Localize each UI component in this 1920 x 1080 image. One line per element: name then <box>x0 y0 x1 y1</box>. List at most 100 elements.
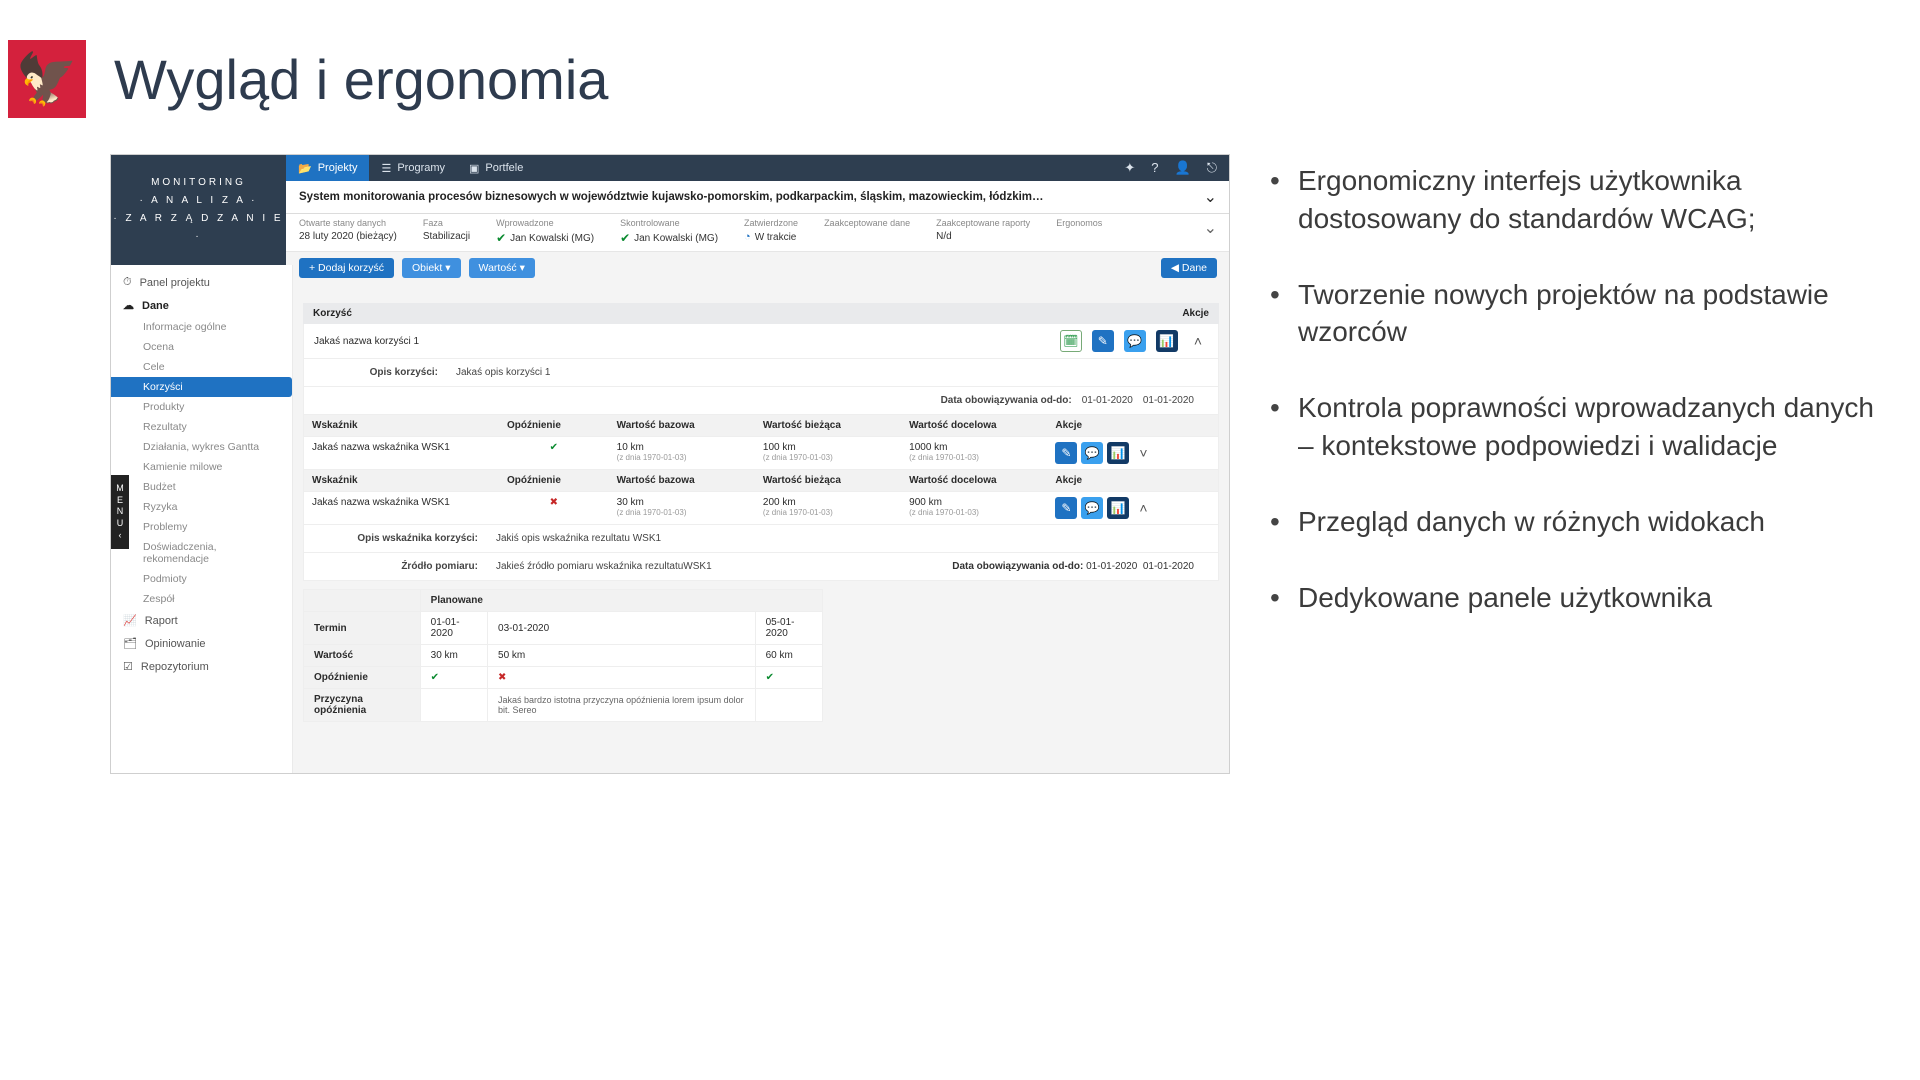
bullet-item: Kontrola poprawności wprowadzanych danyc… <box>1270 389 1880 465</box>
sidebar-collapse-tab[interactable]: M E N U ‹ <box>111 475 129 549</box>
tab-programy[interactable]: ☰ Programy <box>369 155 457 181</box>
status-ok-icon: ✔ <box>755 667 822 689</box>
sidebar-item[interactable]: Ocena <box>111 337 292 357</box>
user-icon[interactable]: 👤 <box>1175 160 1191 176</box>
eagle-icon: 🦅 <box>16 50 78 109</box>
info-value: Jan Kowalski (MG) <box>634 233 718 244</box>
brand-logo: MONITORING · A N A L I Z A · · Z A R Z Ą… <box>111 155 286 265</box>
slide-title: Wygląd i ergonomia <box>114 47 608 112</box>
chevron-down-icon[interactable]: ⌄ <box>1204 187 1217 207</box>
sidebar-item-raport[interactable]: 📈 Raport <box>111 609 292 632</box>
value-dropdown[interactable]: Wartość ▾ <box>469 258 535 278</box>
indicator-detail-row: Źródło pomiaru: Jakieś źródło pomiaru ws… <box>303 553 1219 581</box>
planned-values-table: Planowane Termin 01-01-2020 03-01-2020 0… <box>303 589 823 722</box>
tab-projekty[interactable]: 📂 Projekty <box>286 155 369 181</box>
chevron-up-icon[interactable]: ˄ <box>1188 333 1208 349</box>
chart-icon: 📈 <box>123 614 137 627</box>
chart-button[interactable]: 📊 <box>1107 442 1129 464</box>
sidebar-item[interactable]: Rezultaty <box>111 417 292 437</box>
row-header: Termin <box>304 612 421 645</box>
sidebar-item[interactable]: ⏱ Panel projektu <box>111 271 292 294</box>
indicator-detail-row: Opis wskaźnika korzyści: Jakiś opis wska… <box>303 525 1219 553</box>
sidebar-item[interactable]: Budżet <box>111 477 292 497</box>
sidebar-item-korzysci[interactable]: Korzyści <box>111 377 292 397</box>
project-title: System monitorowania procesów biznesowyc… <box>299 191 1198 203</box>
field-value: Jakiś opis wskaźnika rezultatu WSK1 <box>496 533 661 544</box>
sidebar-item[interactable]: Informacje ogólne <box>111 317 292 337</box>
comment-button[interactable]: 💬 <box>1081 497 1103 519</box>
data-back-button[interactable]: ◀ Dane <box>1161 258 1217 278</box>
comment-button[interactable]: 💬 <box>1124 330 1146 352</box>
info-value: W trakcie <box>755 232 797 243</box>
edit-button[interactable]: ✎ <box>1055 442 1077 464</box>
sidebar-item[interactable]: Produkty <box>111 397 292 417</box>
benefit-name: Jakaś nazwa korzyści 1 <box>314 336 419 347</box>
date-label: Data obowiązywania od-do: <box>941 395 1072 406</box>
gauge-icon: ⏱ <box>123 276 132 289</box>
status-bad-icon: ✖ <box>499 492 609 524</box>
cell-value: 01-01-2020 <box>420 612 487 645</box>
indicators-header: Wskaźnik Opóźnienie Wartość bazowa Warto… <box>303 470 1219 492</box>
status-ok-icon: ✔ <box>499 437 609 469</box>
star-icon[interactable]: ✦ <box>1124 160 1135 176</box>
sidebar-item-label: Opiniowanie <box>145 638 206 650</box>
sidebar-item-label: Panel projektu <box>140 277 210 289</box>
emblem-badge: 🦅 <box>8 40 86 118</box>
info-value: N/d <box>936 231 1030 242</box>
sidebar-item[interactable]: Podmioty <box>111 569 292 589</box>
info-value: Stabilizacji <box>423 231 470 242</box>
cloud-icon: ☁ <box>123 299 134 312</box>
edit-button[interactable]: ✎ <box>1055 497 1077 519</box>
help-icon[interactable]: ? <box>1151 160 1158 176</box>
tab-label: Portfele <box>485 162 523 174</box>
check-icon: ✔ <box>620 231 630 245</box>
indicator-name: Jakaś nazwa wskaźnika WSK1 <box>304 492 499 524</box>
field-value: Jakaś opis korzyści 1 <box>456 367 550 378</box>
sidebar-item-opiniowanie[interactable]: 🗂Opiniowanie <box>111 632 292 655</box>
indicators-header: Wskaźnik Opóźnienie Wartość bazowa Warto… <box>303 415 1219 437</box>
sidebar-item-repozytorium[interactable]: ☑Repozytorium <box>111 655 292 678</box>
sidebar-item-label: Dane <box>142 300 169 312</box>
bullet-item: Tworzenie nowych projektów na podstawie … <box>1270 276 1880 352</box>
sidebar-item[interactable]: Zespół <box>111 589 292 609</box>
logout-icon[interactable]: ⎋ <box>1207 160 1217 176</box>
sidebar-item-dane[interactable]: ☁ Dane <box>111 294 292 317</box>
feature-bullets: Ergonomiczny interfejs użytkownika dosto… <box>1270 154 1880 774</box>
chart-button[interactable]: 📊 <box>1107 497 1129 519</box>
field-label: Opis wskaźnika korzyści: <box>328 533 478 544</box>
chevron-down-icon[interactable]: ˅ <box>1133 445 1153 461</box>
edit-button[interactable]: ✎ <box>1092 330 1114 352</box>
status-ok-icon: ✔ <box>420 667 487 689</box>
cell-value: 60 km <box>755 645 822 667</box>
sidebar-item[interactable]: Kamienie milowe <box>111 457 292 477</box>
sidebar-item[interactable]: Ryzyka <box>111 497 292 517</box>
check-icon: ✔ <box>496 231 506 245</box>
bullet-item: Ergonomiczny interfejs użytkownika dosto… <box>1270 162 1880 238</box>
sidebar-item[interactable]: Działania, wykres Gantta <box>111 437 292 457</box>
add-benefit-button[interactable]: + Dodaj korzyść <box>299 258 394 278</box>
bullet-item: Przegląd danych w różnych widokach <box>1270 503 1880 541</box>
sidebar-item[interactable]: Doświadczenia, rekomendacje <box>111 537 292 569</box>
sidebar-item[interactable]: Problemy <box>111 517 292 537</box>
cell-value: 03-01-2020 <box>488 612 756 645</box>
field-label: Źródło pomiaru: <box>328 561 478 572</box>
chart-button[interactable]: 📊 <box>1156 330 1178 352</box>
comment-button[interactable]: 💬 <box>1081 442 1103 464</box>
chevron-up-icon[interactable]: ˄ <box>1133 500 1153 516</box>
tab-portfele[interactable]: ▣ Portfele <box>457 155 535 181</box>
chevron-down-icon[interactable]: ⌄ <box>1204 218 1217 245</box>
info-label: Otwarte stany danych <box>299 218 397 228</box>
object-dropdown[interactable]: Obiekt ▾ <box>402 258 461 278</box>
list-icon: ☰ <box>381 162 391 175</box>
check-square-icon: ☑ <box>123 660 133 673</box>
portfolio-icon: ▣ <box>469 162 479 175</box>
cell-value: Jakaś bardzo istotna przyczyna opóźnieni… <box>488 689 756 722</box>
calendar-icon[interactable]: 🗓 <box>1060 330 1082 352</box>
info-value: Jan Kowalski (MG) <box>510 233 594 244</box>
indicator-row: Jakaś nazwa wskaźnika WSK1 ✖ 30 km(z dni… <box>303 492 1219 525</box>
info-label: Ergonomos <box>1056 218 1102 228</box>
date-label: Data obowiązywania od-do: <box>952 561 1083 572</box>
info-label: Skontrolowane <box>620 218 718 228</box>
sidebar-item[interactable]: Cele <box>111 357 292 377</box>
sidebar-item-label: Raport <box>145 615 178 627</box>
